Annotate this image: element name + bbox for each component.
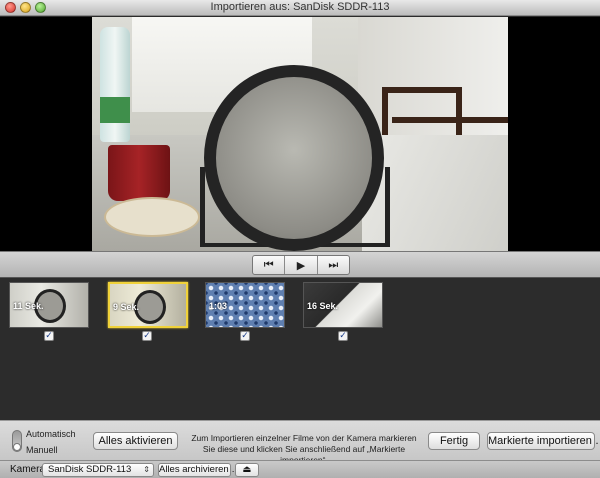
clip-checkbox[interactable]: ✓ <box>240 331 250 341</box>
clip-checkbox[interactable]: ✓ <box>142 331 152 341</box>
mode-switch-knob[interactable] <box>13 443 21 451</box>
import-window: Importieren aus: SanDisk SDDR-113 ⏮ ▶ ⏭ <box>0 0 600 478</box>
camera-select[interactable]: SanDisk SDDR-113 ⇕ <box>42 463 154 477</box>
eject-icon: ⏏ <box>242 464 252 475</box>
bottle-label-shape <box>100 97 130 123</box>
skip-back-icon: ⏮ <box>263 258 274 271</box>
clip-browser: 11 Sek. ✓ 9 Sek. ✓ 1:03 ✓ 16 Sek. ✓ <box>0 279 600 420</box>
eject-button[interactable]: ⏏ <box>235 463 259 477</box>
window-title: Importieren aus: SanDisk SDDR-113 <box>210 1 390 13</box>
dropdown-arrows-icon: ⇕ <box>143 465 150 474</box>
mode-manual-label[interactable]: Manuell <box>26 445 58 455</box>
clip-thumbnail[interactable]: 1:03 <box>205 282 285 328</box>
archive-all-button[interactable]: Alles archivieren … <box>158 463 241 477</box>
mode-switch[interactable] <box>12 430 22 452</box>
clip-duration: 16 Sek. <box>307 301 339 311</box>
clip-thumbnail-selected[interactable]: 9 Sek. <box>108 282 188 328</box>
plate-shape <box>104 197 200 237</box>
mirror-shape <box>204 65 384 251</box>
clip-duration: 11 Sek. <box>13 301 44 311</box>
bottle-shape <box>100 27 130 142</box>
skip-forward-icon: ⏭ <box>328 258 339 271</box>
clip-checkbox[interactable]: ✓ <box>44 331 54 341</box>
clip-thumbnail[interactable]: 11 Sek. <box>9 282 89 328</box>
video-frame <box>92 17 508 251</box>
clip-duration: 9 Sek. <box>113 302 140 312</box>
video-preview <box>0 17 600 251</box>
mug-shape <box>108 145 170 201</box>
playback-controls: ⏮ ▶ ⏭ <box>0 251 600 278</box>
clip-duration: 1:03 <box>209 301 228 311</box>
done-button[interactable]: Fertig <box>428 432 480 450</box>
playback-segmented-control: ⏮ ▶ ⏭ <box>252 255 350 275</box>
clip-checkbox[interactable]: ✓ <box>338 331 348 341</box>
activate-all-button[interactable]: Alles aktivieren <box>93 432 178 450</box>
camera-select-value: SanDisk SDDR-113 <box>48 464 132 475</box>
mode-automatic-label[interactable]: Automatisch <box>26 429 76 439</box>
import-options-panel: Automatisch Manuell Alles aktivieren Zum… <box>0 420 600 465</box>
skip-back-button[interactable]: ⏮ <box>253 256 286 274</box>
play-button[interactable]: ▶ <box>285 256 318 274</box>
import-marked-button[interactable]: Markierte importieren … <box>487 432 600 450</box>
play-icon: ▶ <box>296 258 306 272</box>
status-bar: Kamera: SanDisk SDDR-113 ⇕ Alles archivi… <box>0 460 600 478</box>
title-bar[interactable]: Importieren aus: SanDisk SDDR-113 <box>0 0 600 16</box>
clip-thumbnail[interactable]: 16 Sek. <box>303 282 383 328</box>
skip-forward-button[interactable]: ⏭ <box>318 256 349 274</box>
